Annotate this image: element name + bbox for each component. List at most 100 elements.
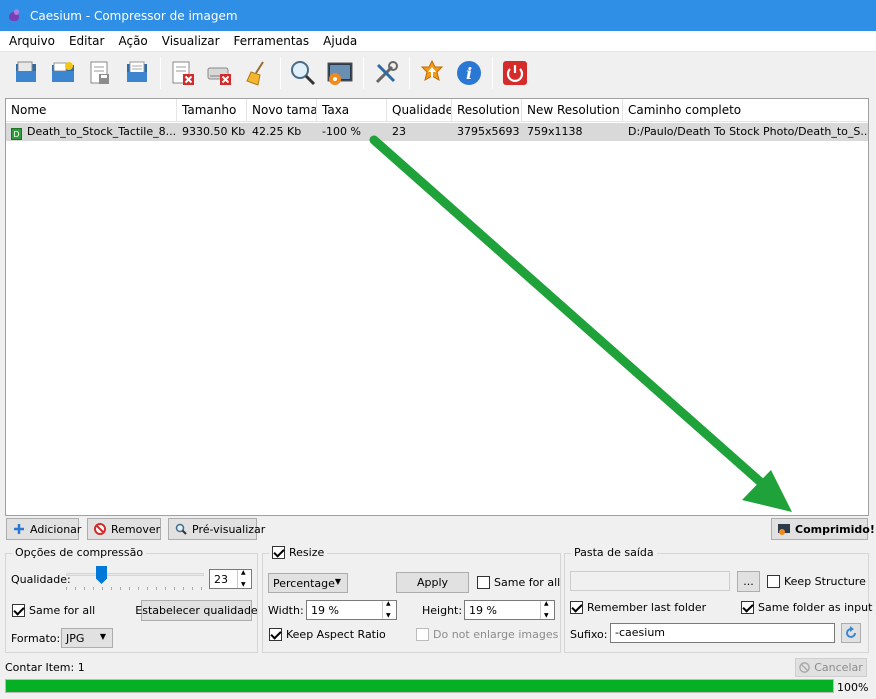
set-quality-button[interactable]: Estabelecer qualidade [135, 600, 258, 621]
same-for-all-quality[interactable]: Same for all [12, 604, 95, 617]
same-for-all-quality-checkbox[interactable] [12, 604, 25, 617]
spin-arrows[interactable] [540, 600, 554, 619]
suffix-input[interactable]: -caesium [610, 623, 835, 643]
table-row[interactable]: D Death_to_Stock_Tactile_8... 9330.50 Kb … [6, 123, 868, 141]
column-header[interactable]: Taxa [317, 99, 387, 121]
add-button-label: Adicionar [30, 522, 82, 536]
quality-spinbox[interactable]: 23 [209, 569, 252, 589]
same-for-all-resize[interactable]: Same for all [477, 576, 560, 589]
remove-button[interactable]: Remover [87, 518, 161, 540]
spin-arrows[interactable] [237, 569, 251, 588]
tools-icon [375, 61, 398, 84]
add-button[interactable]: Adicionar [6, 518, 82, 540]
save-list-button[interactable] [82, 55, 118, 91]
toolbar-separator [363, 57, 364, 89]
browse-button[interactable]: ... [737, 571, 760, 592]
format-select[interactable]: JPG ▼ [61, 628, 113, 648]
column-header[interactable]: Caminho completo [623, 99, 868, 121]
menu-editar[interactable]: Editar [62, 34, 112, 48]
remove-item-button[interactable] [165, 55, 201, 91]
menu-arquivo[interactable]: Arquivo [2, 34, 62, 48]
table-header: Nome Tamanho Novo tamar Taxa Qualidade R… [6, 99, 868, 122]
same-folder-as-input-checkbox[interactable] [741, 601, 754, 614]
new-resolution: 759x1138 [527, 125, 583, 138]
column-header[interactable]: Resolution [452, 99, 522, 121]
do-not-enlarge-checkbox[interactable] [416, 628, 429, 641]
file-size: 9330.50 Kb [182, 125, 246, 138]
same-folder-as-input[interactable]: Same folder as input [741, 601, 872, 614]
open-list-button[interactable] [119, 55, 155, 91]
menu-acao[interactable]: Ação [111, 34, 154, 48]
apply-button[interactable]: Apply [396, 572, 469, 593]
menu-bar: Arquivo Editar Ação Visualizar Ferrament… [0, 31, 876, 52]
column-header[interactable]: Tamanho [177, 99, 247, 121]
full-path: D:/Paulo/Death To Stock Photo/Death_to_S… [628, 125, 868, 138]
settings-button[interactable] [368, 55, 404, 91]
same-for-all-resize-checkbox[interactable] [477, 576, 490, 589]
caesium-app-icon [8, 8, 22, 23]
keep-aspect-ratio-label: Keep Aspect Ratio [286, 628, 386, 641]
compress-status-button[interactable]: Comprimido! [771, 518, 875, 540]
reset-suffix-button[interactable] [841, 623, 861, 643]
update-icon [420, 59, 444, 82]
save-list-icon [90, 61, 109, 84]
about-button[interactable]: i [451, 55, 487, 91]
update-button[interactable] [414, 55, 450, 91]
magnifier-icon [175, 523, 187, 535]
menu-ferramentas[interactable]: Ferramentas [227, 34, 317, 48]
keep-aspect-ratio[interactable]: Keep Aspect Ratio [269, 628, 386, 641]
compress-button[interactable] [322, 55, 358, 91]
cancel-button[interactable]: Cancelar [795, 658, 867, 677]
preview-button-bottom[interactable]: Pré-visualizar [168, 518, 265, 540]
column-header[interactable]: Nome [6, 99, 177, 121]
cancel-label: Cancelar [814, 661, 863, 674]
open-folder-icon [52, 62, 74, 82]
resize-mode-select[interactable]: Percentage ▼ [268, 573, 348, 593]
file-list[interactable]: Nome Tamanho Novo tamar Taxa Qualidade R… [5, 98, 869, 516]
spin-arrows[interactable] [382, 600, 396, 619]
open-list-icon [127, 61, 147, 82]
keep-structure-checkbox[interactable] [767, 575, 780, 588]
keep-structure-label: Keep Structure [784, 575, 866, 588]
height-value: 19 % [469, 603, 497, 617]
compress-icon [778, 523, 790, 535]
toolbar-separator [492, 57, 493, 89]
height-label: Height: [422, 604, 463, 617]
compression-options-title: Opções de compressão [12, 546, 147, 559]
remember-last-folder-checkbox[interactable] [570, 601, 583, 614]
refresh-icon [846, 626, 856, 638]
column-header[interactable]: Qualidade [387, 99, 452, 121]
do-not-enlarge[interactable]: Do not enlarge images [416, 628, 558, 641]
open-folder-button[interactable] [45, 55, 81, 91]
height-spinbox[interactable]: 19 % [464, 600, 555, 620]
output-folder-input[interactable] [570, 571, 730, 591]
clean-button[interactable] [239, 55, 275, 91]
menu-ajuda[interactable]: Ajuda [316, 34, 364, 48]
open-file-button[interactable] [8, 55, 44, 91]
column-header[interactable]: New Resolution [522, 99, 623, 121]
keep-aspect-ratio-checkbox[interactable] [269, 628, 282, 641]
action-buttons: Adicionar Remover Pré-visualizar Comprim… [0, 518, 876, 542]
width-spinbox[interactable]: 19 % [306, 600, 397, 620]
preview-button[interactable] [285, 55, 321, 91]
progress-percent: 100% [837, 681, 869, 694]
compression-rate: -100 % [322, 125, 361, 138]
resize-checkbox[interactable] [272, 546, 285, 559]
svg-text:i: i [466, 64, 472, 83]
exit-button[interactable] [497, 55, 533, 91]
remove-button-label: Remover [111, 522, 161, 536]
resize-mode-value: Percentage [273, 576, 335, 590]
chevron-down-icon: ▼ [334, 577, 341, 586]
keep-structure[interactable]: Keep Structure [767, 575, 866, 588]
compress-icon [327, 62, 353, 85]
remember-last-folder[interactable]: Remember last folder [570, 601, 706, 614]
remember-last-folder-label: Remember last folder [587, 601, 707, 614]
quality-slider[interactable] [66, 566, 204, 590]
resolution: 3795x5693 [457, 125, 520, 138]
quality-label: Qualidade: [11, 573, 71, 586]
slider-thumb[interactable] [96, 566, 107, 584]
clear-list-button[interactable] [202, 55, 238, 91]
menu-visualizar[interactable]: Visualizar [155, 34, 227, 48]
column-header[interactable]: Novo tamar [247, 99, 317, 121]
quality-spinbox-value: 23 [214, 572, 228, 586]
